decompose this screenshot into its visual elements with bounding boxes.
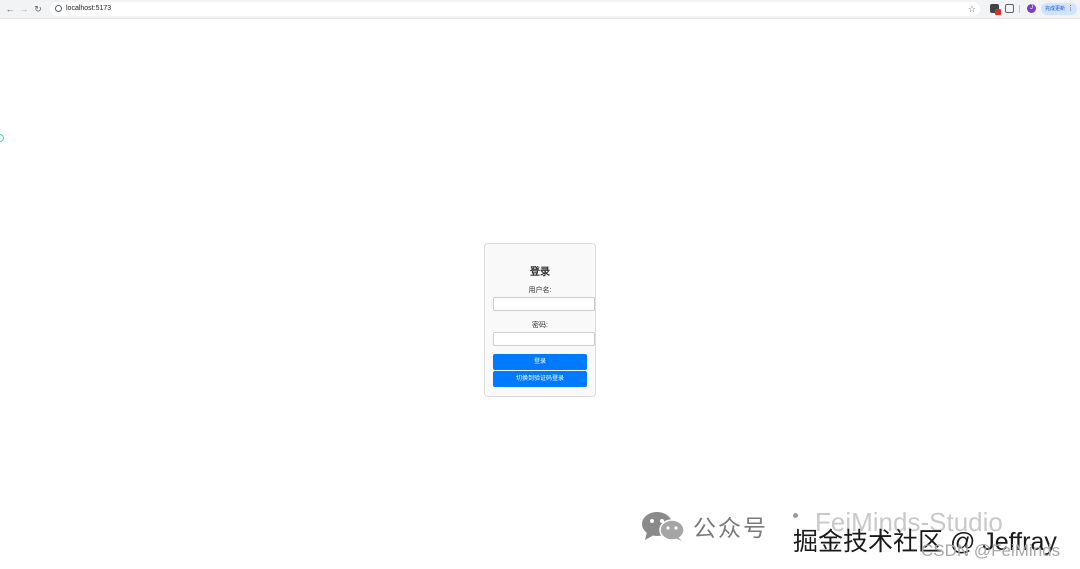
address-bar[interactable]: localhost:5173 ☆ (50, 2, 980, 16)
toolbar-divider (1019, 5, 1020, 13)
update-button[interactable]: 完成更新 ⋮ (1041, 3, 1077, 15)
watermark-dot (793, 513, 798, 518)
puzzle-icon[interactable] (1005, 4, 1014, 13)
side-marker-icon (0, 134, 4, 142)
watermark-csdn: CSDN @FeiMinds (921, 541, 1061, 560)
star-icon[interactable]: ☆ (968, 2, 976, 16)
password-input[interactable] (493, 332, 595, 346)
update-button-label: 完成更新 (1045, 6, 1066, 12)
watermark-gzh: 公众号 (693, 515, 768, 541)
username-label: 用户名: (528, 287, 552, 294)
reload-icon[interactable]: ↻ (32, 3, 44, 15)
kebab-menu-icon[interactable]: ⋮ (1067, 3, 1074, 15)
forward-icon[interactable]: → (18, 3, 30, 15)
extension-icon[interactable] (990, 4, 1001, 15)
login-title: 登录 (530, 267, 550, 278)
url-text[interactable]: localhost:5173 (66, 2, 111, 16)
login-button[interactable]: 登录 (493, 354, 587, 370)
username-input[interactable] (493, 297, 595, 311)
info-icon[interactable] (55, 5, 62, 12)
browser-toolbar: ← → ↻ localhost:5173 ☆ J 完成更新 ⋮ (0, 0, 1080, 19)
login-card: 登录 用户名: 密码: 登录 切换到验证码登录 (484, 243, 596, 397)
avatar[interactable]: J (1027, 4, 1036, 13)
password-label: 密码: (532, 322, 548, 329)
back-icon[interactable]: ← (4, 3, 16, 15)
wechat-icon (642, 512, 685, 541)
switch-to-code-login-button[interactable]: 切换到验证码登录 (493, 371, 587, 387)
extension-badge (995, 9, 1001, 15)
